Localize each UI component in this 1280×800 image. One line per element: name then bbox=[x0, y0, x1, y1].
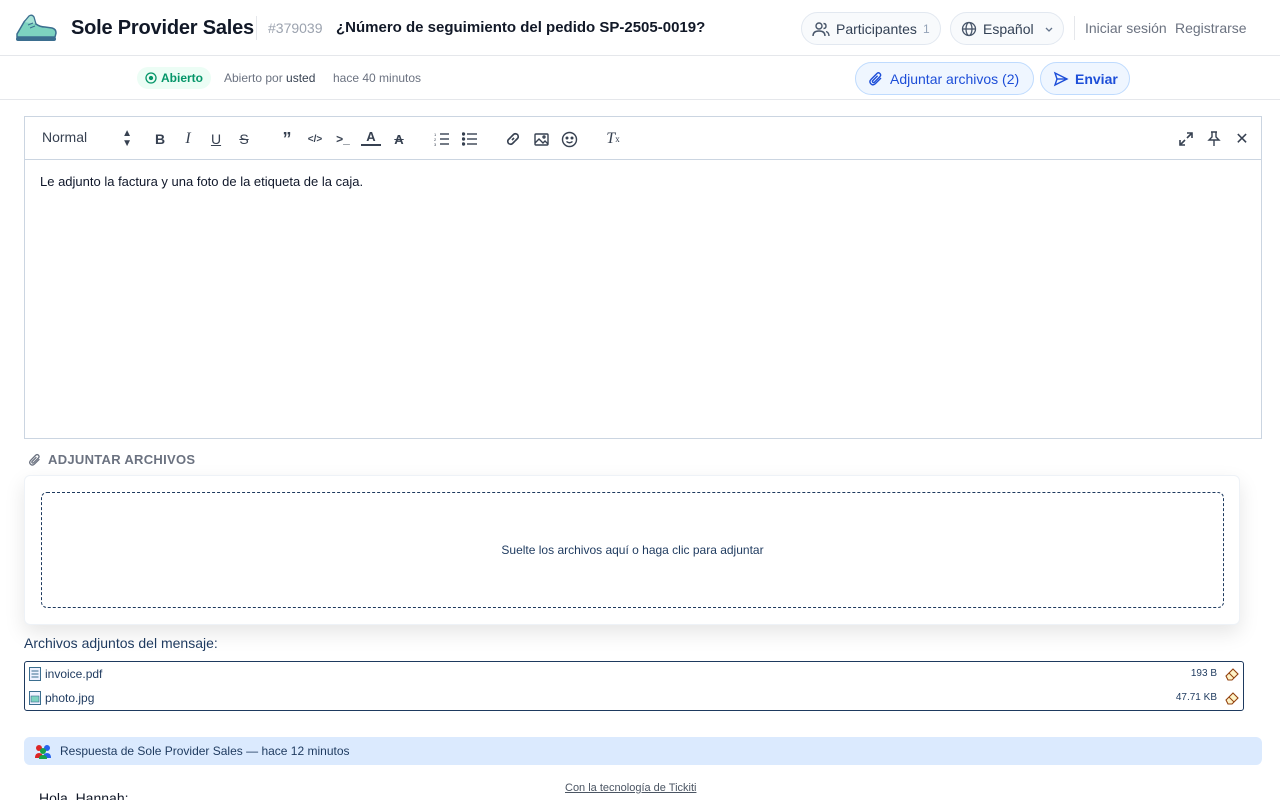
attached-file-item: photo.jpg 47.71 KB bbox=[25, 686, 1243, 710]
dropzone-card: Suelte los archivos aquí o haga clic par… bbox=[24, 475, 1240, 625]
language-selector[interactable]: Español bbox=[950, 12, 1064, 45]
file-size: 47.71 KB bbox=[1175, 692, 1217, 703]
participants-label: Participantes bbox=[836, 20, 917, 37]
ordered-list-icon[interactable]: 123 bbox=[432, 129, 452, 149]
register-link[interactable]: Registrarse bbox=[1175, 20, 1247, 36]
top-bar: Sole Provider Sales #379039 ¿Número de s… bbox=[0, 0, 1280, 56]
status-open-icon bbox=[145, 72, 157, 84]
attached-files-label: Archivos adjuntos del mensaje: bbox=[24, 635, 218, 651]
status-badge: Abierto bbox=[137, 67, 211, 89]
strikethrough-icon[interactable]: S bbox=[234, 129, 254, 149]
image-file-icon bbox=[29, 691, 41, 705]
opened-by-user: usted bbox=[286, 71, 316, 85]
header-divider bbox=[1074, 16, 1075, 40]
attach-files-button[interactable]: Adjuntar archivos (2) bbox=[855, 62, 1034, 95]
ticket-title: ¿Número de seguimiento del pedido SP-250… bbox=[336, 19, 706, 36]
dropzone-text: Suelte los archivos aquí o haga clic par… bbox=[501, 543, 764, 557]
bullet-list-icon[interactable] bbox=[460, 129, 480, 149]
document-icon bbox=[29, 667, 41, 681]
brand-name[interactable]: Sole Provider Sales bbox=[71, 17, 254, 40]
svg-text:3: 3 bbox=[434, 142, 437, 146]
link-icon[interactable] bbox=[503, 129, 523, 149]
message-editor: Normal ▲ ▼ B I U S ” </> >_ A A 123 Tx ✕… bbox=[24, 116, 1262, 439]
blockquote-icon[interactable]: ” bbox=[277, 129, 297, 149]
emoji-icon[interactable] bbox=[559, 129, 579, 149]
opened-time: hace 40 minutos bbox=[333, 71, 422, 85]
bold-icon[interactable]: B bbox=[150, 129, 170, 149]
send-label: Enviar bbox=[1075, 70, 1118, 87]
reply-header-text: Respuesta de Sole Provider Sales — hace … bbox=[60, 744, 350, 758]
globe-icon bbox=[961, 21, 977, 36]
header-divider bbox=[256, 16, 257, 40]
clear-format-icon[interactable]: Tx bbox=[603, 129, 623, 149]
send-button[interactable]: Enviar bbox=[1040, 62, 1130, 95]
eraser-icon[interactable] bbox=[1224, 690, 1240, 706]
file-dropzone[interactable]: Suelte los archivos aquí o haga clic par… bbox=[41, 492, 1224, 608]
attached-files-list: invoice.pdf 193 B photo.jpg 47.71 KB bbox=[24, 661, 1244, 711]
underline-icon[interactable]: U bbox=[206, 129, 226, 149]
file-name[interactable]: invoice.pdf bbox=[45, 667, 102, 681]
editor-toolbar: Normal ▲ ▼ B I U S ” </> >_ A A 123 Tx ✕ bbox=[25, 117, 1261, 160]
close-icon[interactable]: ✕ bbox=[1232, 129, 1252, 149]
opened-by-prefix: Abierto por bbox=[224, 71, 283, 85]
participants-button[interactable]: Participantes 1 bbox=[801, 12, 941, 45]
attached-file-item: invoice.pdf 193 B bbox=[25, 662, 1243, 686]
code-block-icon[interactable]: >_ bbox=[333, 129, 353, 149]
text-color-icon[interactable]: A bbox=[361, 129, 381, 146]
paperclip-icon bbox=[29, 453, 40, 466]
background-color-icon[interactable]: A bbox=[389, 129, 409, 149]
language-label: Español bbox=[983, 20, 1034, 37]
status-label: Abierto bbox=[161, 71, 203, 85]
login-link[interactable]: Iniciar sesión bbox=[1085, 20, 1167, 36]
code-icon[interactable]: </> bbox=[305, 129, 325, 149]
reply-greeting: Hola, Hannah: bbox=[39, 790, 129, 800]
expand-icon[interactable] bbox=[1176, 129, 1196, 149]
pin-icon[interactable] bbox=[1204, 129, 1224, 149]
ticket-status-bar: Abierto Abierto por usted hace 40 minuto… bbox=[0, 56, 1280, 100]
ticket-id: #379039 bbox=[268, 20, 323, 36]
powered-by-link[interactable]: Con la tecnología de Tickiti bbox=[565, 782, 696, 794]
chevron-down-icon bbox=[1045, 27, 1053, 32]
group-icon bbox=[35, 745, 51, 759]
participants-count: 1 bbox=[922, 21, 930, 36]
attach-section-title: ADJUNTAR ARCHIVOS bbox=[28, 452, 195, 467]
heading-select-value: Normal bbox=[42, 129, 88, 145]
eraser-icon[interactable] bbox=[1224, 666, 1240, 682]
italic-icon[interactable]: I bbox=[178, 129, 198, 149]
heading-select[interactable]: Normal ▲ ▼ bbox=[42, 129, 132, 149]
send-icon bbox=[1053, 71, 1069, 86]
paperclip-icon bbox=[869, 71, 882, 86]
users-icon bbox=[812, 21, 830, 36]
reply-header[interactable]: Respuesta de Sole Provider Sales — hace … bbox=[24, 737, 1262, 765]
image-icon[interactable] bbox=[531, 129, 551, 149]
attach-files-label: Adjuntar archivos (2) bbox=[890, 70, 1020, 87]
editor-content[interactable]: Le adjunto la factura y una foto de la e… bbox=[40, 174, 363, 189]
opened-by: Abierto por usted bbox=[224, 71, 315, 85]
sneaker-logo-icon[interactable] bbox=[14, 12, 58, 46]
select-arrows-icon: ▲ ▼ bbox=[122, 128, 132, 149]
file-size: 193 B bbox=[1190, 668, 1217, 679]
attach-section-label: ADJUNTAR ARCHIVOS bbox=[48, 452, 196, 467]
file-name[interactable]: photo.jpg bbox=[45, 691, 94, 705]
